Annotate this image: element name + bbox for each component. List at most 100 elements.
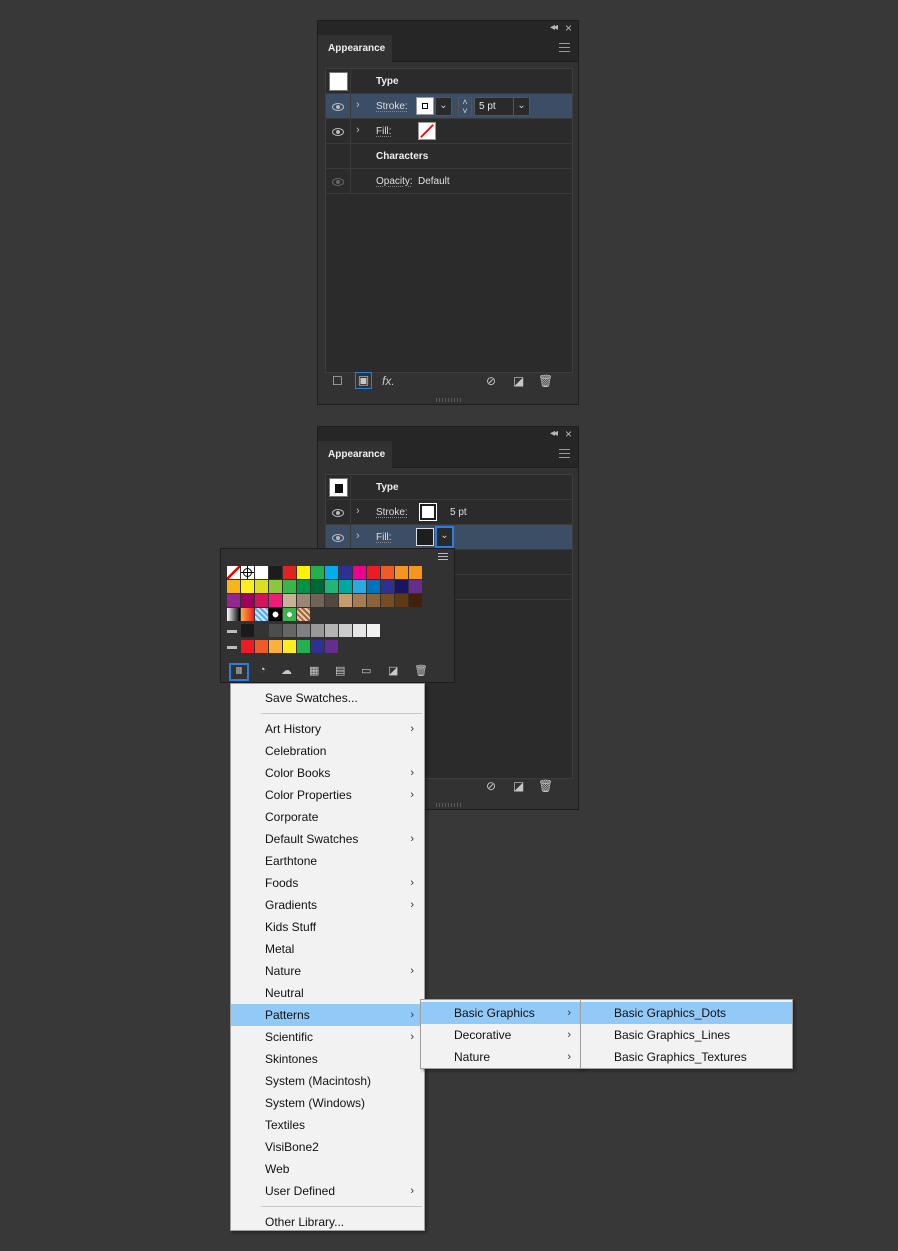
menu-item[interactable]: Earthtone <box>231 850 424 872</box>
menu-item[interactable]: Nature › <box>421 1046 581 1068</box>
menu-item[interactable]: System (Windows) <box>231 1092 424 1114</box>
opacity-label[interactable]: Opacity: <box>376 176 413 187</box>
gray-swatch[interactable] <box>339 624 352 637</box>
gray-swatch[interactable] <box>367 624 380 637</box>
bright-swatch[interactable] <box>311 640 324 653</box>
menu-item[interactable]: Basic Graphics_Textures <box>581 1046 792 1068</box>
bright-swatch[interactable] <box>269 640 282 653</box>
menu-item[interactable]: Basic Graphics_Lines <box>581 1024 792 1046</box>
duplicate-item-icon[interactable]: ◪ <box>513 779 524 793</box>
swatch[interactable] <box>255 580 268 593</box>
tab-appearance[interactable]: Appearance <box>318 35 392 63</box>
cloud-library-icon[interactable]: ☁ <box>281 664 292 677</box>
swatch-libraries-menu-button[interactable]: Ⅲ <box>229 663 249 681</box>
swatch[interactable] <box>381 580 394 593</box>
swatch[interactable] <box>297 580 310 593</box>
row-characters[interactable]: Characters <box>326 144 572 169</box>
trash-icon[interactable]: 🗑 <box>414 664 428 677</box>
new-swatch-icon[interactable]: ◪ <box>388 664 398 677</box>
close-icon[interactable]: × <box>565 428 572 440</box>
collapse-icon[interactable]: ◂◂ <box>550 22 558 34</box>
menu-item[interactable]: VisiBone2 <box>231 1136 424 1158</box>
menu-item[interactable]: Color Books › <box>231 762 424 784</box>
pattern-swatch[interactable] <box>283 608 296 621</box>
stroke-weight-dropdown[interactable]: ⌄ <box>513 97 530 116</box>
bright-swatch[interactable] <box>297 640 310 653</box>
swatch[interactable] <box>227 580 240 593</box>
chevron-right-icon[interactable]: › <box>356 99 360 111</box>
collapse-icon[interactable]: ◂◂ <box>550 428 558 440</box>
menu-item[interactable]: Metal <box>231 938 424 960</box>
row-type[interactable]: Type <box>326 475 572 500</box>
menu-item[interactable]: Decorative › <box>421 1024 581 1046</box>
trash-icon[interactable]: 🗑 <box>538 374 553 388</box>
swatch[interactable] <box>241 594 254 607</box>
swatch-grid-icon[interactable]: ▦ <box>309 664 319 677</box>
fill-label[interactable]: Fill: <box>376 126 392 137</box>
row-fill[interactable]: › Fill: <box>326 119 572 144</box>
pattern-swatch[interactable] <box>255 608 268 621</box>
gray-swatch[interactable] <box>241 624 254 637</box>
registration-swatch[interactable] <box>241 566 254 579</box>
resize-grip[interactable] <box>436 398 462 402</box>
swatch[interactable] <box>283 566 296 579</box>
resize-grip[interactable] <box>436 803 462 807</box>
stroke-swatch[interactable] <box>416 97 434 115</box>
swatch[interactable] <box>367 566 380 579</box>
swatch[interactable] <box>353 580 366 593</box>
swatch[interactable] <box>325 594 338 607</box>
stroke-label[interactable]: Stroke: <box>376 101 408 112</box>
gray-swatch[interactable] <box>269 624 282 637</box>
clear-appearance-icon[interactable]: ⊘ <box>486 374 496 388</box>
menu-item[interactable]: Patterns › <box>231 1004 424 1026</box>
swatch[interactable] <box>409 580 422 593</box>
menu-item[interactable]: Skintones <box>231 1048 424 1070</box>
fill-swatch-dropdown[interactable]: ⌄ <box>435 526 454 548</box>
color-group-folder-icon[interactable]: ▬ <box>227 624 240 637</box>
gray-swatch[interactable] <box>353 624 366 637</box>
swatch[interactable] <box>339 566 352 579</box>
swatch[interactable] <box>283 594 296 607</box>
panel-menu-icon[interactable] <box>559 43 570 55</box>
row-fill[interactable]: › Fill: ⌄ <box>326 525 572 550</box>
eye-icon[interactable] <box>332 101 344 113</box>
duplicate-item-icon[interactable]: ◪ <box>513 374 524 388</box>
menu-item[interactable]: Color Properties › <box>231 784 424 806</box>
swatch[interactable] <box>297 594 310 607</box>
swatch-kind-icon[interactable]: ◔ <box>259 664 266 676</box>
row-type[interactable]: Type <box>326 69 572 94</box>
swatch[interactable] <box>367 580 380 593</box>
add-stroke-icon[interactable]: ☐ <box>332 374 343 388</box>
color-group-folder-icon[interactable]: ▬ <box>227 640 240 653</box>
swatch[interactable] <box>255 566 268 579</box>
swatch[interactable] <box>297 566 310 579</box>
row-stroke[interactable]: › Stroke: ⌄ ˄ ˅ 5 pt ⌄ <box>326 94 572 119</box>
stroke-label[interactable]: Stroke: <box>376 507 408 518</box>
fill-swatch[interactable] <box>416 528 434 546</box>
gray-swatch[interactable] <box>283 624 296 637</box>
pattern-swatch[interactable] <box>227 608 240 621</box>
tab-appearance[interactable]: Appearance <box>318 441 392 469</box>
swatch[interactable] <box>269 594 282 607</box>
swatch[interactable] <box>339 580 352 593</box>
fx-icon[interactable]: fx. <box>382 374 395 388</box>
fill-none-swatch[interactable] <box>418 122 436 140</box>
stroke-swatch[interactable] <box>419 503 437 521</box>
eye-icon[interactable] <box>332 126 344 138</box>
swatch[interactable] <box>353 594 366 607</box>
swatch[interactable] <box>381 594 394 607</box>
pattern-swatch[interactable] <box>241 608 254 621</box>
swatch[interactable] <box>339 594 352 607</box>
swatch[interactable] <box>311 594 324 607</box>
swatch[interactable] <box>227 594 240 607</box>
swatch[interactable] <box>381 566 394 579</box>
bright-swatch[interactable] <box>241 640 254 653</box>
chevron-right-icon[interactable]: › <box>356 505 360 517</box>
chevron-right-icon[interactable]: › <box>356 124 360 136</box>
none-swatch[interactable] <box>227 566 240 579</box>
menu-item[interactable]: Kids Stuff <box>231 916 424 938</box>
swatch-options-icon[interactable]: ▤ <box>335 664 345 677</box>
menu-item[interactable]: Foods › <box>231 872 424 894</box>
row-stroke[interactable]: › Stroke: 5 pt <box>326 500 572 525</box>
swatch[interactable] <box>269 580 282 593</box>
